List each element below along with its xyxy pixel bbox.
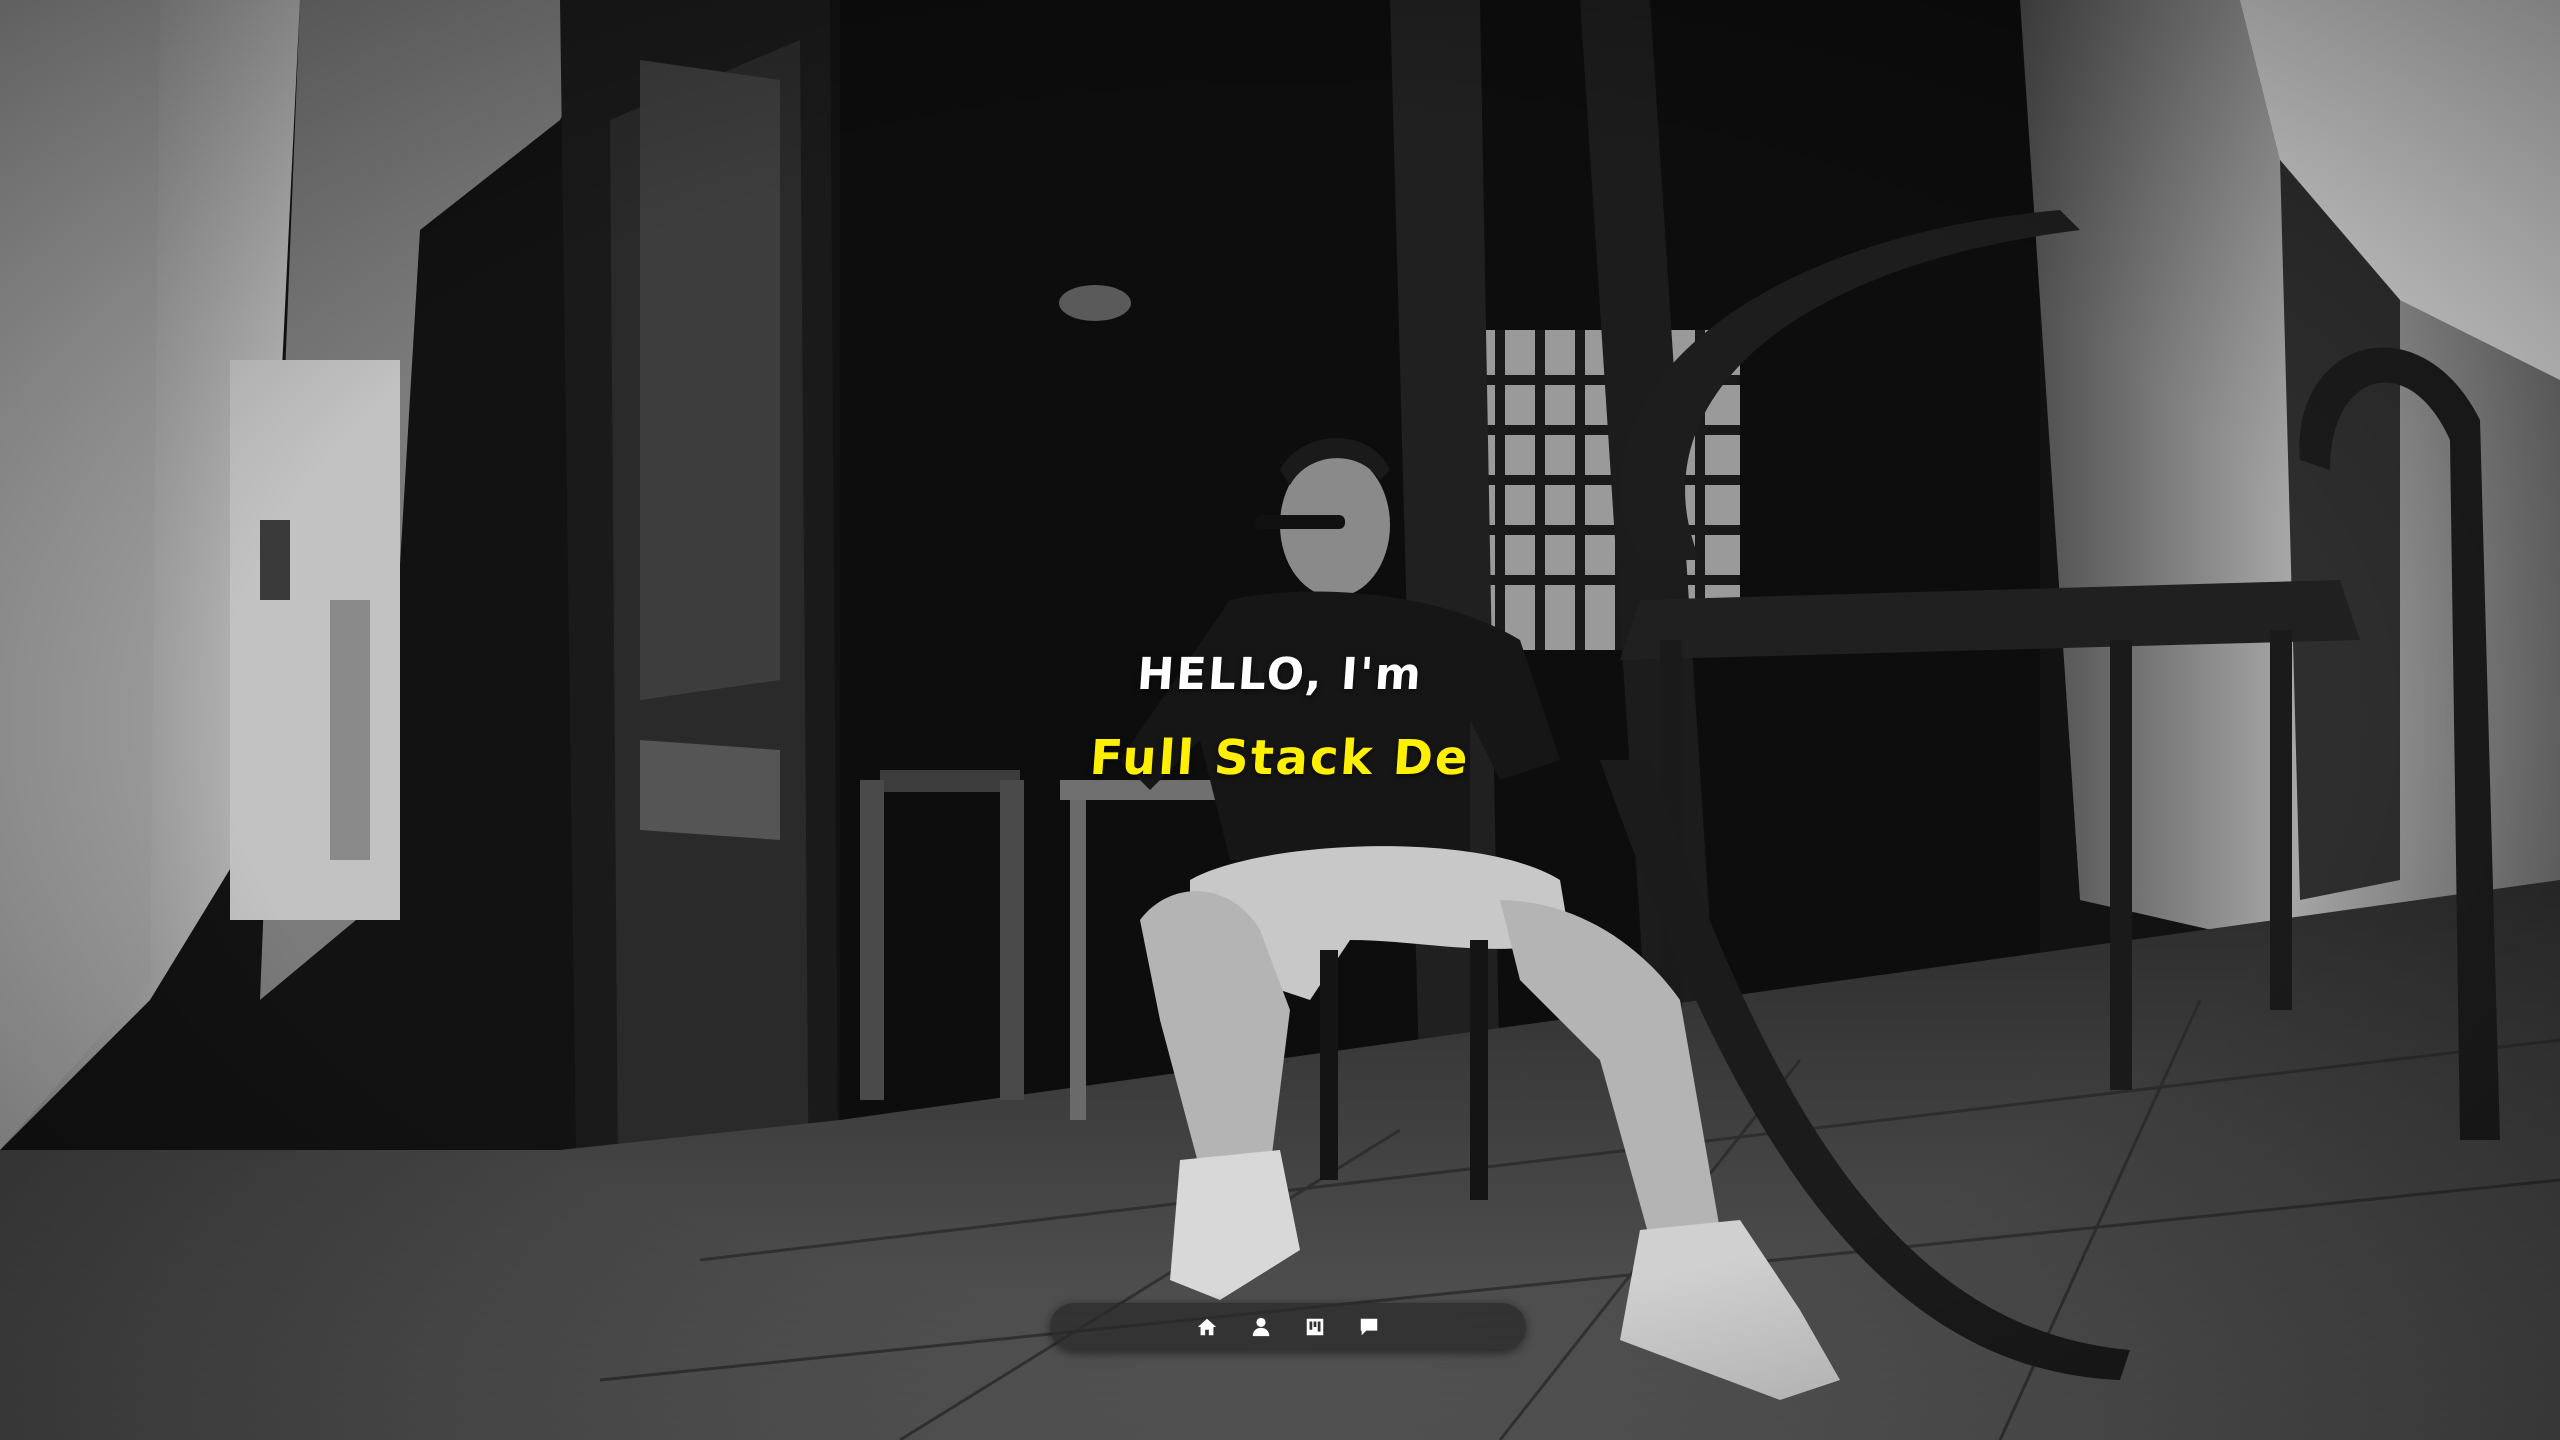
user-icon xyxy=(1252,1317,1270,1337)
nav-about-button[interactable] xyxy=(1246,1312,1276,1342)
home-icon xyxy=(1197,1318,1217,1336)
nav-home-button[interactable] xyxy=(1192,1312,1222,1342)
hero-greeting: HELLO, I'm xyxy=(1135,649,1425,700)
nav-contact-button[interactable] xyxy=(1354,1312,1384,1342)
hero-section: HELLO, I'm Full Stack De xyxy=(0,630,2560,796)
hero-role-typed: Full Stack De xyxy=(1088,730,1472,786)
projects-icon xyxy=(1306,1318,1324,1336)
message-icon xyxy=(1360,1318,1378,1336)
nav-projects-button[interactable] xyxy=(1300,1312,1330,1342)
bottom-dock-nav xyxy=(1050,1303,1526,1351)
page-stage: HELLO, I'm Full Stack De xyxy=(0,0,2560,1440)
